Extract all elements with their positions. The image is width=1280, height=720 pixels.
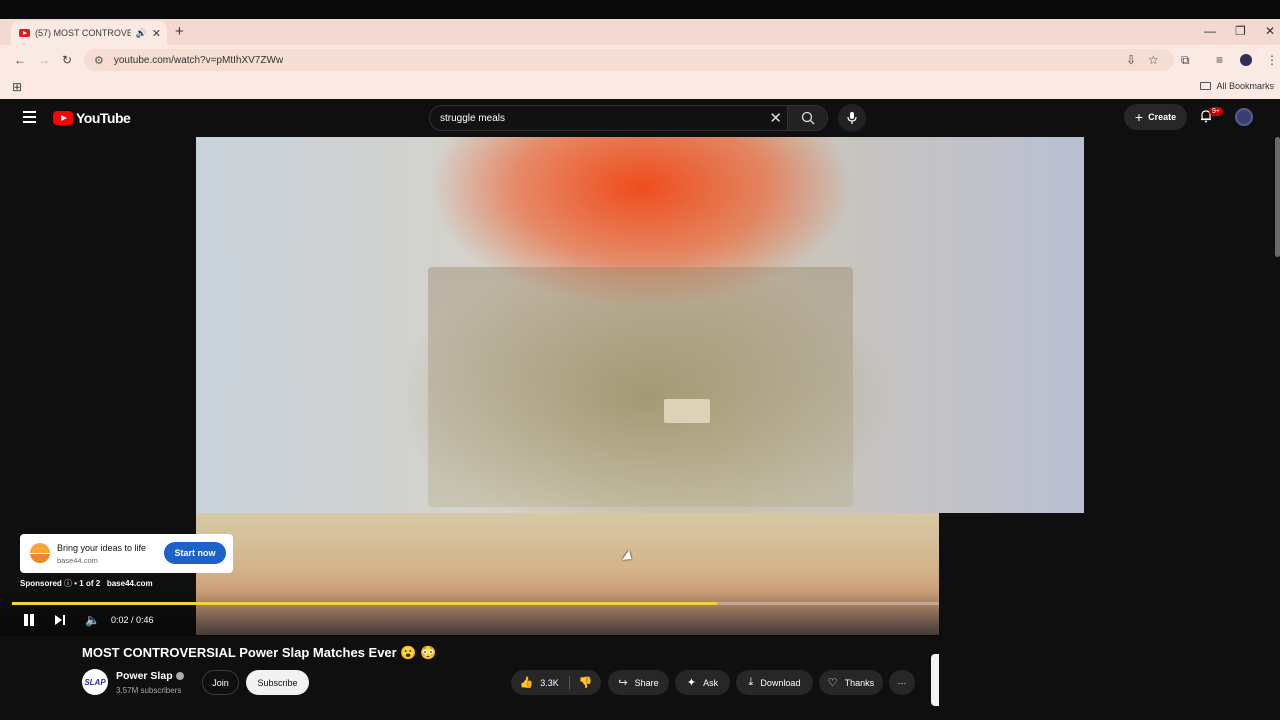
- back-icon[interactable]: ←: [14, 53, 26, 67]
- sponsor-domain[interactable]: base44.com: [107, 579, 153, 588]
- channel-avatar[interactable]: SLAP: [82, 669, 108, 695]
- all-bookmarks-label: All Bookmarks: [1216, 81, 1274, 91]
- like-count[interactable]: 3.3K: [540, 678, 559, 688]
- youtube-favicon-icon: [19, 29, 30, 37]
- ask-label: Ask: [703, 677, 719, 688]
- volume-icon[interactable]: 🔈: [85, 613, 100, 627]
- divider: [568, 675, 570, 690]
- dislike-icon[interactable]: 👎: [579, 676, 593, 689]
- side-panel-edge: [931, 654, 939, 706]
- thanks-icon: ♡: [827, 677, 838, 689]
- install-app-icon[interactable]: ⇩: [1126, 53, 1136, 67]
- youtube-logo[interactable]: YouTube: [53, 110, 131, 126]
- new-tab-button[interactable]: +: [175, 23, 184, 40]
- ad-domain: base44.com: [57, 556, 98, 565]
- sparkle-icon: ✦: [686, 677, 697, 689]
- thanks-button[interactable]: ♡ Thanks: [819, 670, 883, 695]
- url-text: youtube.com/watch?v=pMtIhXV7ZWw: [113, 54, 284, 66]
- bookmarks-bar: ⊞ All Bookmarks: [0, 75, 1280, 99]
- browser-tab-active[interactable]: (57) MOST CONTROVERSIA 🔊 ✕: [11, 21, 167, 45]
- ask-button[interactable]: ✦ Ask: [675, 670, 730, 695]
- browser-menu-icon[interactable]: ⋮: [1266, 53, 1278, 67]
- progress-bar[interactable]: [12, 602, 939, 605]
- search-button[interactable]: [787, 105, 828, 131]
- microphone-icon: [847, 112, 857, 124]
- video-title: MOST CONTROVERSIAL Power Slap Matches Ev…: [82, 645, 437, 660]
- plus-icon: +: [1134, 109, 1144, 125]
- info-icon[interactable]: ⓘ: [64, 579, 74, 588]
- page-right-background: [939, 513, 1280, 720]
- join-button[interactable]: Join: [202, 670, 239, 695]
- bookmark-star-icon[interactable]: ☆: [1148, 53, 1159, 67]
- advertiser-logo: [30, 543, 50, 563]
- speaker-icon[interactable]: 🔊: [136, 28, 147, 39]
- minimize-icon[interactable]: —: [1204, 24, 1216, 38]
- youtube-header: YouTube struggle meals ✕ + Create 9+: [0, 99, 1280, 137]
- channel-name[interactable]: Power Slap: [116, 670, 173, 682]
- download-label: Download: [760, 677, 801, 688]
- channel-name-row[interactable]: Power Slap: [116, 670, 184, 682]
- like-dislike-group: 👍 3.3K 👎: [511, 670, 601, 695]
- create-button[interactable]: + Create: [1124, 104, 1187, 130]
- search-input[interactable]: struggle meals ✕: [429, 105, 789, 131]
- time-display: 0:02 / 0:46: [111, 615, 154, 625]
- progress-played: [12, 602, 717, 605]
- address-bar[interactable]: ⚙ youtube.com/watch?v=pMtIhXV7ZWw: [84, 49, 1174, 71]
- video-scene-object: [664, 399, 710, 423]
- subscriber-count: 3.57M subscribers: [116, 686, 182, 695]
- clear-search-icon[interactable]: ✕: [769, 109, 782, 127]
- restore-icon[interactable]: ❐: [1235, 24, 1246, 38]
- voice-search-button[interactable]: [838, 104, 866, 132]
- folder-icon: [1200, 82, 1212, 90]
- ad-count: • 1 of 2: [74, 579, 101, 588]
- verified-badge-icon: [175, 672, 184, 681]
- browser-tab-bar: (57) MOST CONTROVERSIA 🔊 ✕ + — ❐ ✕: [0, 19, 1280, 45]
- apps-grid-icon[interactable]: ⊞: [12, 80, 22, 94]
- video-scene-inset: [428, 267, 853, 507]
- share-label: Share: [634, 677, 659, 688]
- more-icon: ···: [897, 677, 907, 688]
- download-button[interactable]: ⤓ Download: [736, 670, 813, 695]
- media-controls-icon[interactable]: ≡: [1216, 53, 1223, 67]
- reload-icon[interactable]: ↻: [62, 53, 72, 67]
- search-query: struggle meals: [440, 112, 506, 124]
- tab-close-icon[interactable]: ✕: [152, 27, 161, 40]
- share-icon: ↪: [618, 677, 628, 689]
- pause-icon-bar-left: [24, 614, 28, 626]
- ad-card[interactable]: Bring your ideas to life base44.com Star…: [20, 534, 233, 573]
- page-scrollbar[interactable]: [1275, 137, 1280, 257]
- download-icon: ⤓: [748, 676, 754, 688]
- search-icon: [801, 111, 815, 125]
- all-bookmarks-button[interactable]: All Bookmarks: [1200, 81, 1274, 91]
- hamburger-menu-icon[interactable]: [23, 111, 36, 126]
- tab-title: (57) MOST CONTROVERSIA: [35, 28, 131, 38]
- pause-button[interactable]: [23, 614, 35, 626]
- controls-gradient: [0, 590, 939, 636]
- pause-icon-bar-right: [30, 614, 34, 626]
- more-actions-button[interactable]: ···: [889, 670, 915, 695]
- thanks-label: Thanks: [844, 677, 875, 688]
- browser-toolbar: ← → ↻ ⚙ youtube.com/watch?v=pMtIhXV7ZWw …: [0, 45, 1280, 75]
- profile-avatar[interactable]: [1240, 54, 1252, 66]
- sponsored-text: Sponsored: [20, 579, 62, 588]
- forward-icon[interactable]: →: [38, 53, 50, 67]
- like-icon[interactable]: 👍: [520, 676, 534, 689]
- youtube-logo-text: YouTube: [76, 110, 131, 126]
- create-label: Create: [1148, 112, 1177, 122]
- ad-cta-button[interactable]: Start now: [164, 542, 226, 564]
- account-avatar[interactable]: [1235, 108, 1253, 126]
- ad-title: Bring your ideas to life: [57, 543, 147, 553]
- share-button[interactable]: ↪ Share: [608, 670, 669, 695]
- screen-top-edge: [0, 0, 1280, 19]
- extensions-icon[interactable]: ⧉: [1181, 53, 1190, 68]
- video-frame[interactable]: [196, 137, 1084, 513]
- site-info-icon[interactable]: ⚙: [94, 54, 104, 67]
- sponsored-label: Sponsored ⓘ • 1 of 2 base44.com: [20, 578, 153, 589]
- subscribe-button[interactable]: Subscribe: [246, 670, 309, 695]
- youtube-play-logo-icon: [53, 111, 73, 125]
- window-close-icon[interactable]: ✕: [1265, 24, 1275, 38]
- next-video-icon[interactable]: [54, 614, 66, 626]
- notification-count-badge: 9+: [1209, 107, 1223, 116]
